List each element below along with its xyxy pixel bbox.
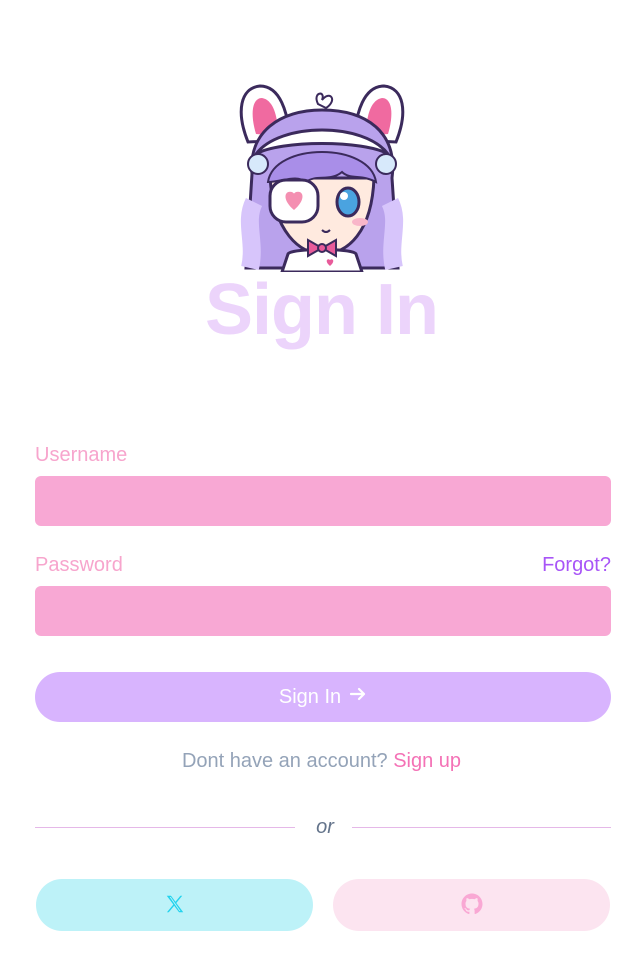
password-label: Password <box>35 554 123 576</box>
sign-in-with-github-button[interactable] <box>333 879 610 931</box>
divider-right <box>352 827 611 828</box>
sign-in-button[interactable]: Sign In <box>35 672 611 722</box>
arrow-right-icon <box>349 685 367 709</box>
sign-up-link[interactable]: Sign up <box>393 750 461 772</box>
username-input[interactable] <box>35 476 611 526</box>
password-input[interactable] <box>35 586 611 636</box>
sign-in-button-label: Sign In <box>278 685 342 708</box>
signup-prompt-text: Dont have an account? <box>181 750 388 772</box>
signup-prompt-line: Dont have an account? Sign up <box>0 748 643 774</box>
github-icon <box>460 892 484 919</box>
forgot-password-link[interactable]: Forgot? <box>542 553 611 577</box>
x-logo-icon <box>164 893 186 918</box>
divider-label: or <box>316 816 334 838</box>
page-title: Sign In <box>205 270 439 350</box>
sign-in-with-x-button[interactable] <box>36 879 313 931</box>
username-label: Username <box>35 444 128 466</box>
divider-left <box>35 827 295 828</box>
bunny-girl-mascot-image <box>230 82 414 274</box>
